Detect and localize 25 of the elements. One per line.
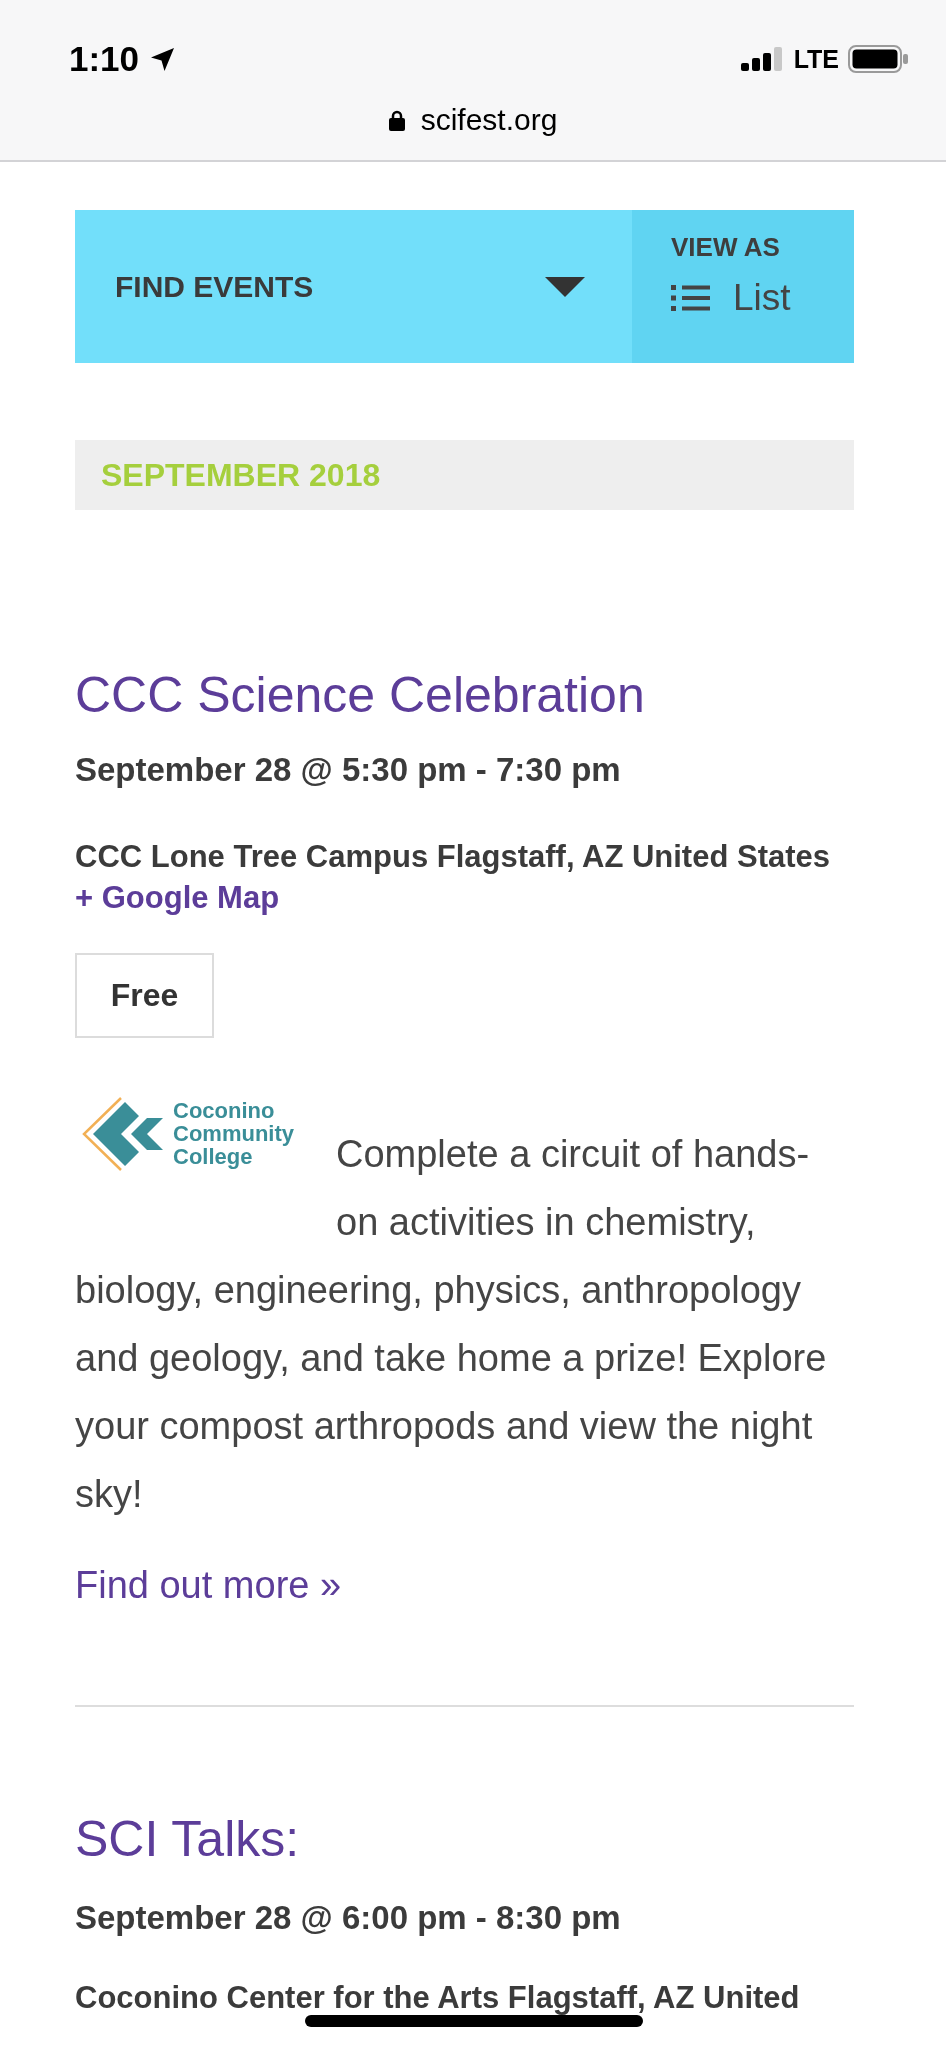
event-date-time: September 28 @ 5:30 pm - 7:30 pm: [75, 752, 622, 788]
find-events-dropdown[interactable]: FIND EVENTS: [75, 210, 632, 363]
event-venue: CCC Lone Tree Campus Flagstaff, AZ United States + Google Map: [75, 838, 832, 917]
caret-icon: [545, 276, 585, 297]
event-title[interactable]: SCI Talks:: [75, 1809, 854, 1869]
list-icon: [671, 285, 710, 311]
signal-icon: [740, 47, 785, 71]
event-title[interactable]: CCC Science Celebration: [75, 665, 854, 725]
description-text: Complete a circuit of hands-on activities in chemistry,: [336, 1132, 811, 1245]
find-out-more-link[interactable]: Find out more »: [75, 1563, 342, 1607]
logo-text: Coconino Community College: [173, 1099, 294, 1168]
google-map-link[interactable]: + Google Map: [75, 880, 280, 915]
event-venue: Coconino Center for the Arts Flagstaff, AZ United: [75, 1981, 801, 2015]
url-text[interactable]: scifest.org: [420, 102, 558, 138]
network-type: LTE: [793, 44, 839, 74]
location-arrow-icon: [150, 46, 176, 72]
view-as-button[interactable]: VIEW AS List: [632, 210, 854, 363]
event-date-time: September 28 @ 6:00 pm - 8:30 pm: [75, 1900, 622, 1936]
price-badge: Free: [75, 953, 214, 1038]
description-text: biology, engineering, physics, anthropology and geology, and take home a prize! Explore your compost arthropods and view the night sky!: [75, 1268, 828, 1517]
lock-icon: [388, 109, 405, 131]
battery-icon: [848, 45, 908, 73]
month-header: SEPTEMBER 2018: [75, 440, 854, 510]
chevron-logo-icon: [81, 1096, 165, 1172]
status-time: 1:10: [69, 39, 140, 79]
